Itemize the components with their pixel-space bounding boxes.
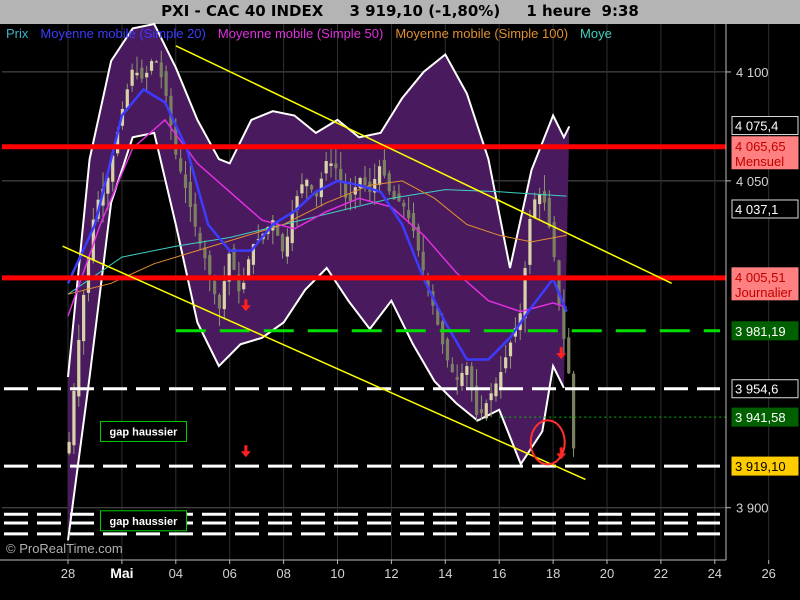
candle-body <box>567 337 571 374</box>
candle-body <box>164 71 168 96</box>
candle-body <box>217 294 222 309</box>
x-tick-label: 04 <box>169 566 183 581</box>
price-label-caption: Journalier <box>735 285 793 300</box>
candle-body <box>441 321 445 345</box>
candle-body <box>547 197 551 228</box>
candle-body <box>542 191 547 203</box>
y-tick-label: 4 100 <box>736 65 769 80</box>
candle-body <box>179 158 183 172</box>
candle-body <box>67 441 71 454</box>
candle-body <box>329 163 333 167</box>
candle-body <box>363 177 367 185</box>
candle-body <box>382 159 386 176</box>
candle-body <box>188 181 192 208</box>
candle-body <box>460 372 464 386</box>
candle-body <box>285 236 289 257</box>
candle-body <box>494 383 498 397</box>
x-tick-label: 24 <box>708 566 722 581</box>
candle-body <box>324 161 328 174</box>
price-label-value: 4 037,1 <box>735 202 778 217</box>
candle-body <box>159 62 163 78</box>
candle-body <box>208 255 212 275</box>
candle-body <box>484 403 488 419</box>
x-tick-label: 26 <box>761 566 775 581</box>
price-label-value: 3 919,10 <box>735 459 786 474</box>
y-tick-label: 4 050 <box>736 174 769 189</box>
candle-body <box>562 306 566 339</box>
legend-item: Moyenne mobile (Simple 50) <box>218 26 383 41</box>
price-label-value: 3 954,6 <box>735 382 778 397</box>
candle-body <box>407 210 411 219</box>
candle-body <box>445 339 450 361</box>
candle-body <box>368 181 372 192</box>
legend-item: Moyenne mobile (Simple 20) <box>40 26 205 41</box>
x-tick-label: 08 <box>276 566 290 581</box>
candle-body <box>145 72 149 78</box>
candle-body <box>508 342 513 357</box>
candle-body <box>125 89 129 109</box>
price-label-value: 4 005,51 <box>735 270 786 285</box>
candle-body <box>305 179 309 187</box>
x-tick-label: 06 <box>222 566 236 581</box>
candle-body <box>571 373 576 449</box>
candle-body <box>140 67 144 79</box>
x-tick-label: 22 <box>654 566 668 581</box>
candle-body <box>183 174 188 189</box>
candle-body <box>499 372 503 388</box>
x-tick-label: 28 <box>61 566 75 581</box>
candle-body <box>465 366 469 375</box>
candle-body <box>222 281 226 310</box>
down-arrow-marker <box>240 445 251 458</box>
x-tick-label: 14 <box>438 566 452 581</box>
x-tick-label: 12 <box>384 566 398 581</box>
candle-body <box>193 203 197 227</box>
candle-body <box>533 199 537 218</box>
candle-body <box>479 409 484 413</box>
candle-body <box>421 251 425 271</box>
candle-body <box>538 194 542 205</box>
candle-body <box>154 61 158 63</box>
price-chart[interactable]: gap haussier gap haussier 4 100 4 050 3 900… <box>0 0 800 600</box>
x-tick-label: 10 <box>330 566 344 581</box>
gap-label: gap haussier <box>110 426 179 438</box>
candle-body <box>130 69 134 86</box>
candle-body <box>402 202 406 207</box>
candle-body <box>470 366 474 391</box>
candle-body <box>377 166 382 185</box>
price-label-value: 4 075,4 <box>735 119 778 134</box>
candle-body <box>72 390 76 446</box>
candle-body <box>450 364 454 373</box>
candle-body <box>310 185 314 190</box>
candle-body <box>489 393 493 401</box>
price-label-value: 4 065,65 <box>735 139 786 154</box>
legend-item: Prix <box>6 26 29 41</box>
x-tick-label: 18 <box>546 566 560 581</box>
candle-body <box>242 282 246 290</box>
candle-body <box>339 168 343 182</box>
price-label-value: 3 981,19 <box>735 324 786 339</box>
x-tick-label: 16 <box>492 566 506 581</box>
gap-label: gap haussier <box>110 516 179 528</box>
price-label-caption: Mensuel <box>735 154 784 169</box>
legend-item: Moyenne mobile (Simple 100) <box>395 26 568 41</box>
candle-body <box>504 357 508 369</box>
candle-body <box>82 294 86 342</box>
legend: Prix Moyenne mobile (Simple 20) Moyenne mo… <box>6 26 612 41</box>
x-tick-label: 20 <box>600 566 614 581</box>
candle-body <box>300 184 304 194</box>
y-tick-label: 3 900 <box>736 501 769 516</box>
candle-body <box>213 281 217 295</box>
candle-body <box>149 61 154 71</box>
watermark: © ProRealTime.com <box>6 541 123 556</box>
price-label-value: 3 941,58 <box>735 410 786 425</box>
candle-body <box>334 163 338 169</box>
candle-body <box>455 377 459 380</box>
x-tick-label: Mai <box>110 565 133 581</box>
candle-body <box>135 72 139 76</box>
candle-body <box>280 234 285 252</box>
candle-body <box>348 194 353 201</box>
legend-item: Moye <box>580 26 612 41</box>
